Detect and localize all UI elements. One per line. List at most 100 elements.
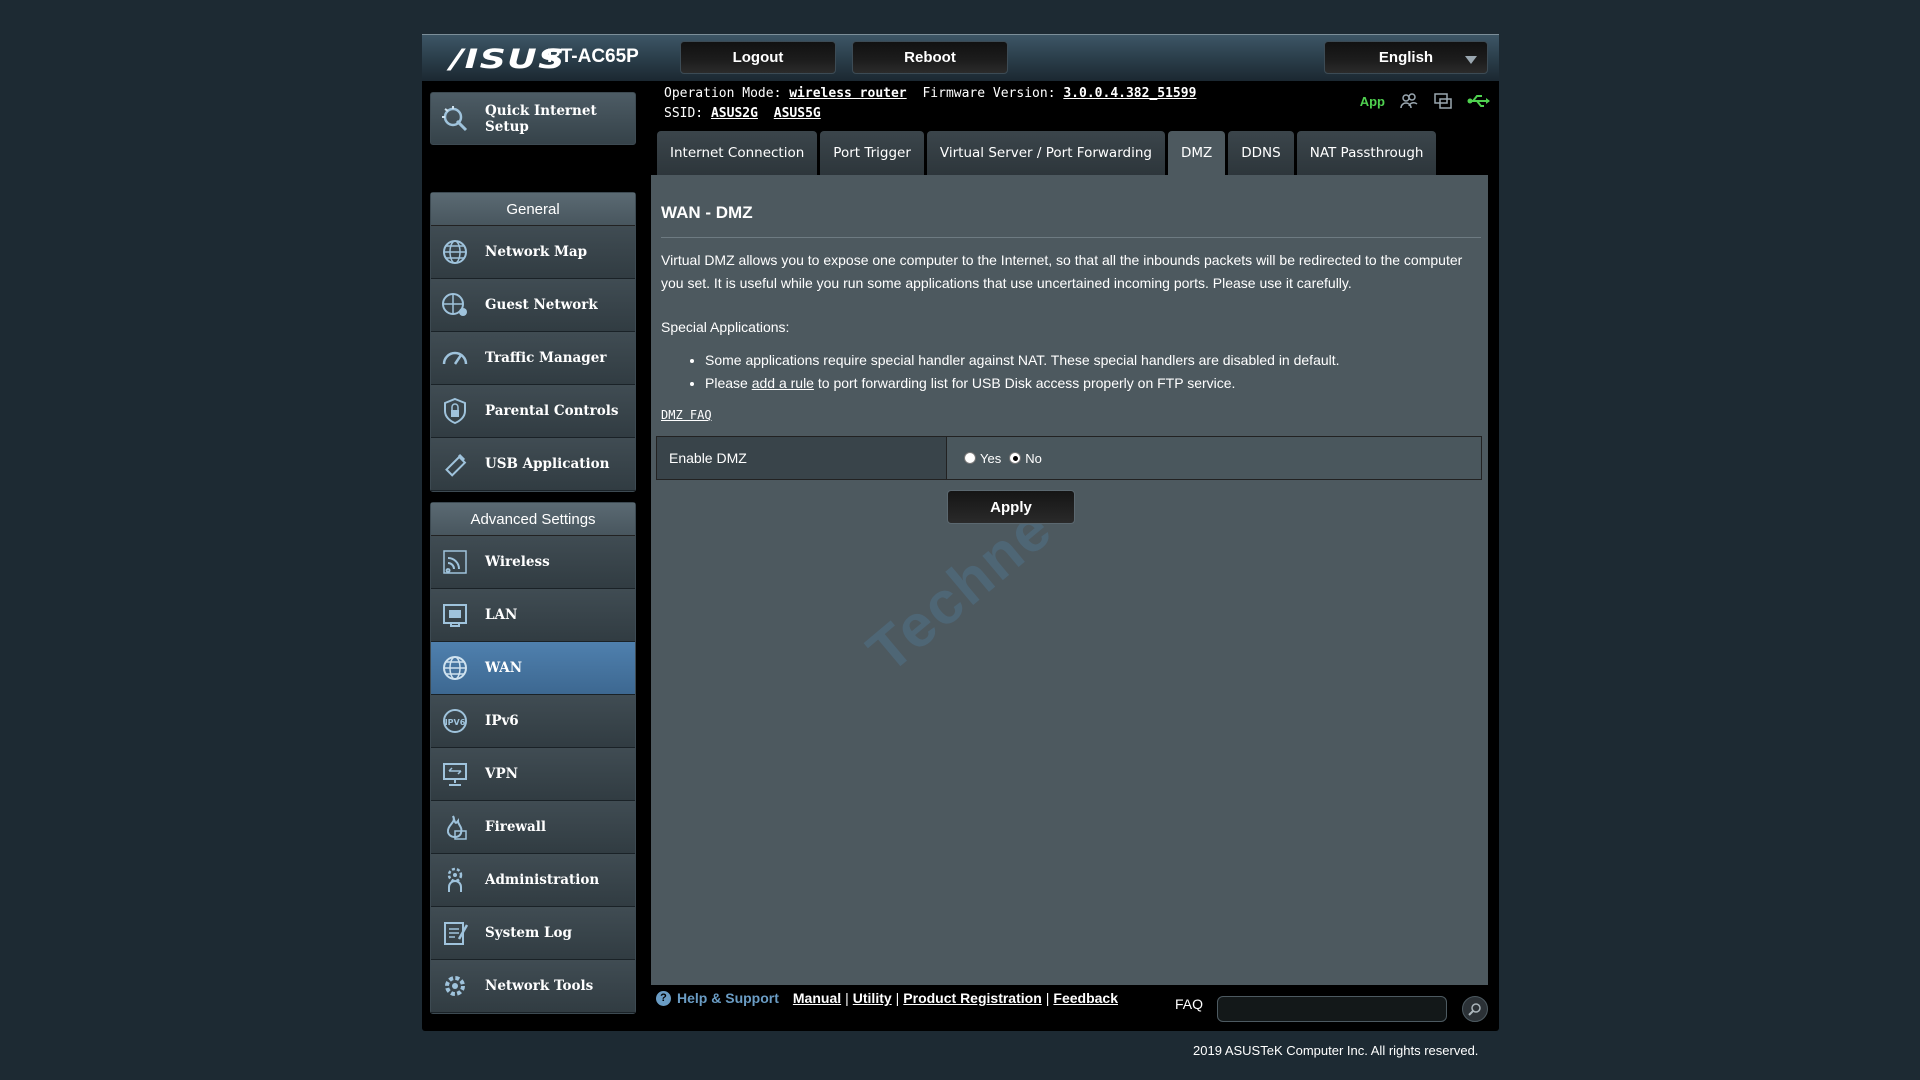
sidebar-item-label: System Log	[485, 925, 572, 941]
radio-button-checked[interactable]	[1009, 452, 1022, 464]
sidebar-item-wan[interactable]: WAN	[431, 642, 635, 695]
tab-virtual-server[interactable]: Virtual Server / Port Forwarding	[926, 131, 1165, 175]
footer-links: ? Help & Support Manual | Utility | Prod…	[656, 990, 1118, 1006]
ipv6-icon: IPV6	[439, 705, 471, 737]
list-item: Some applications require special handle…	[705, 349, 1340, 372]
sidebar-item-label: VPN	[485, 766, 518, 782]
advanced-menu: Advanced Settings Wireless LAN WAN IPV6 …	[430, 502, 636, 1014]
ssid-5g-link[interactable]: ASUS5G	[774, 106, 821, 121]
sidebar-item-label: Administration	[485, 872, 600, 888]
usb-status-icon[interactable]	[1467, 92, 1490, 110]
gauge-icon	[439, 342, 471, 374]
ssid-label: SSID:	[664, 106, 704, 121]
separator: |	[895, 990, 900, 1006]
tab-dmz[interactable]: DMZ	[1167, 131, 1226, 175]
sidebar-item-vpn[interactable]: VPN	[431, 748, 635, 801]
gear-person-icon	[439, 864, 471, 896]
tab-nat-passthrough[interactable]: NAT Passthrough	[1296, 131, 1437, 175]
special-applications-title: Special Applications:	[661, 319, 790, 335]
reboot-button[interactable]: Reboot	[852, 41, 1008, 74]
model-name: RT-AC65P	[547, 46, 639, 67]
sidebar-item-usb-application[interactable]: USB Application	[431, 438, 635, 491]
sidebar-item-label: Parental Controls	[485, 403, 619, 419]
devices-icon[interactable]	[1433, 92, 1453, 110]
feedback-link[interactable]: Feedback	[1053, 990, 1118, 1006]
dmz-faq-link[interactable]: DMZ FAQ	[661, 408, 712, 422]
general-menu: General Network Map Guest Network Traffi…	[430, 192, 636, 492]
advanced-header: Advanced Settings	[431, 503, 635, 536]
sidebar-item-firewall[interactable]: Firewall	[431, 801, 635, 854]
page-title: WAN - DMZ	[661, 203, 753, 222]
guest-globe-icon	[439, 289, 471, 321]
sidebar-item-label: Wireless	[485, 554, 550, 570]
wand-icon	[439, 103, 471, 135]
dmz-yes-radio[interactable]: Yes	[964, 451, 1001, 466]
wifi-icon	[439, 546, 471, 578]
separator: |	[1045, 990, 1050, 1006]
language-value: English	[1378, 49, 1434, 66]
sidebar-item-label: Network Map	[485, 244, 588, 260]
quick-internet-setup-button[interactable]: Quick Internet Setup	[430, 92, 636, 145]
globe-icon	[439, 652, 471, 684]
clients-icon[interactable]	[1399, 92, 1419, 110]
copyright: 2019 ASUSTeK Computer Inc. All rights re…	[1193, 1043, 1479, 1058]
sidebar-item-label: USB Application	[485, 456, 610, 472]
sidebar-item-network-map[interactable]: Network Map	[431, 226, 635, 279]
apply-button[interactable]: Apply	[947, 490, 1075, 524]
app-link[interactable]: App	[1360, 94, 1385, 109]
search-icon[interactable]	[1462, 996, 1488, 1022]
dmz-no-radio[interactable]: No	[1009, 451, 1042, 466]
language-select[interactable]: English	[1324, 41, 1488, 74]
sidebar-item-label: WAN	[485, 660, 523, 676]
add-rule-link[interactable]: add a rule	[752, 375, 814, 391]
tab-internet-connection[interactable]: Internet Connection	[657, 131, 818, 175]
quick-setup-label: Quick Internet Setup	[485, 102, 597, 135]
special-applications-list: Some applications require special handle…	[705, 349, 1340, 395]
usb-icon	[439, 448, 471, 480]
operation-mode-link[interactable]: wireless router	[789, 86, 906, 101]
main-content: Techne WAN - DMZ Virtual DMZ allows you …	[651, 175, 1488, 985]
sidebar-item-label: IPv6	[485, 713, 519, 729]
operation-mode-label: Operation Mode:	[664, 86, 782, 101]
separator: |	[845, 990, 849, 1006]
sidebar-item-network-tools[interactable]: Network Tools	[431, 960, 635, 1013]
sidebar-item-guest-network[interactable]: Guest Network	[431, 279, 635, 332]
ssid-line: SSID: ASUS2G ASUS5G	[664, 104, 1204, 124]
radio-button[interactable]	[964, 452, 976, 464]
vpn-icon	[439, 758, 471, 790]
sidebar-item-wireless[interactable]: Wireless	[431, 536, 635, 589]
globe-icon	[439, 236, 471, 268]
utility-link[interactable]: Utility	[853, 990, 892, 1006]
tab-port-trigger[interactable]: Port Trigger	[820, 131, 924, 175]
list-item: Please add a rule to port forwarding lis…	[705, 372, 1340, 395]
sidebar-item-system-log[interactable]: System Log	[431, 907, 635, 960]
bullet-prefix: Please	[705, 375, 748, 391]
product-registration-link[interactable]: Product Registration	[903, 990, 1041, 1006]
sidebar-item-administration[interactable]: Administration	[431, 854, 635, 907]
sidebar-item-traffic-manager[interactable]: Traffic Manager	[431, 332, 635, 385]
faq-search-input[interactable]	[1217, 996, 1447, 1022]
manual-link[interactable]: Manual	[793, 990, 841, 1006]
sidebar-item-lan[interactable]: LAN	[431, 589, 635, 642]
enable-dmz-options: Yes No	[947, 437, 1481, 479]
tab-ddns[interactable]: DDNS	[1228, 131, 1294, 175]
top-header: /ISUS RT-AC65P Logout Reboot English	[422, 34, 1499, 81]
firmware-link[interactable]: 3.0.0.4.382_51599	[1063, 86, 1196, 101]
bullet-suffix: to port forwarding list for USB Disk acc…	[817, 375, 1236, 391]
operation-mode-line: Operation Mode: wireless router Firmware…	[664, 84, 1204, 104]
help-icon: ?	[656, 990, 671, 1006]
enable-dmz-row: Enable DMZ Yes No	[656, 436, 1482, 480]
description: Virtual DMZ allows you to expose one com…	[661, 252, 1463, 291]
sidebar-item-label: Traffic Manager	[485, 350, 607, 366]
logout-button[interactable]: Logout	[680, 41, 836, 74]
title-divider	[661, 237, 1481, 238]
sidebar-item-ipv6[interactable]: IPV6 IPv6	[431, 695, 635, 748]
status-icons: App	[1360, 92, 1490, 110]
sidebar-item-parental-controls[interactable]: Parental Controls	[431, 385, 635, 438]
lan-icon	[439, 599, 471, 631]
yes-label: Yes	[980, 450, 1002, 466]
no-label: No	[1025, 450, 1042, 466]
firmware-label: Firmware Version:	[922, 86, 1056, 101]
ssid-2g-link[interactable]: ASUS2G	[711, 106, 758, 121]
log-icon	[439, 917, 471, 949]
